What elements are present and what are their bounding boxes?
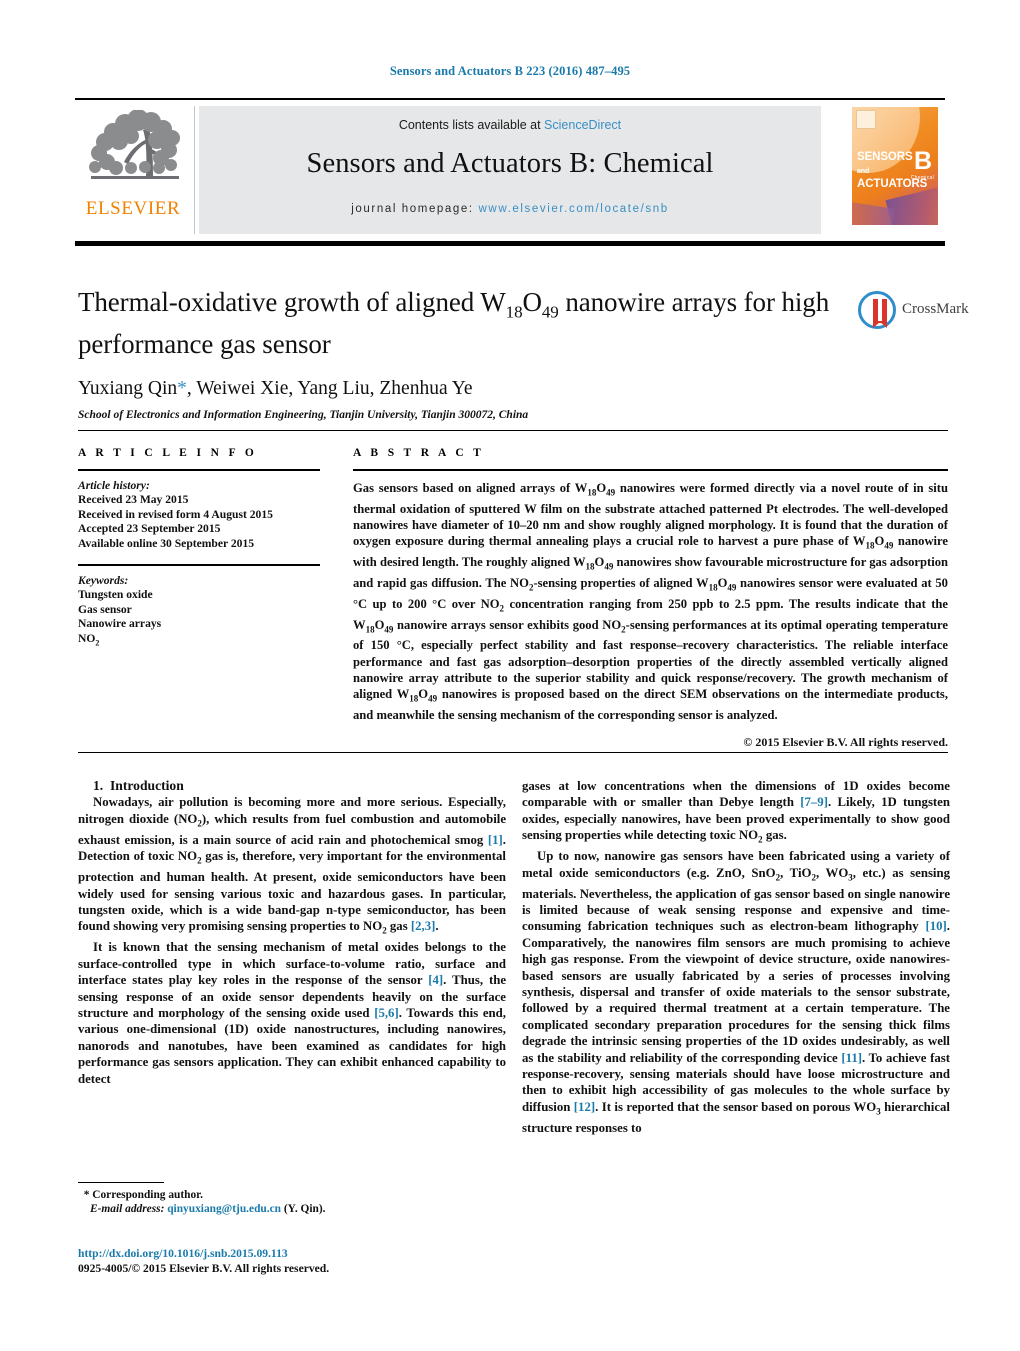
email-owner: (Y. Qin). (283, 1203, 326, 1216)
keywords-block: Keywords: Tungsten oxide Gas sensor Nano… (78, 574, 320, 650)
author-list: Yuxiang Qin*, Weiwei Xie, Yang Liu, Zhen… (78, 378, 848, 400)
email-link[interactable]: qinyuxiang@tju.edu.cn (167, 1203, 281, 1215)
crossmark-notch (878, 299, 882, 321)
keyword-item: Gas sensor (78, 602, 132, 616)
title-sub-49: 49 (541, 302, 559, 322)
cover-elsevier-mark (856, 110, 876, 129)
paper-page: Sensors and Actuators B 223 (2016) 487–4… (0, 0, 1020, 1351)
contents-prefix: Contents lists available at (398, 118, 545, 132)
reference-link-1[interactable]: [1] (488, 833, 503, 847)
homepage-prefix: journal homepage: (351, 203, 479, 215)
cover-letter-b: B (913, 147, 932, 175)
body-column-right: gases at low concentrations when the dim… (522, 778, 950, 1136)
crossmark-badge[interactable]: CrossMark (858, 291, 969, 333)
journal-title: Sensors and Actuators B: Chemical (306, 148, 714, 179)
section-number: 1. (93, 778, 104, 793)
running-head: Sensors and Actuators B 223 (2016) 487–4… (389, 64, 631, 78)
journal-header-box: Contents lists available at ScienceDirec… (199, 106, 821, 234)
reference-link-12[interactable]: [12] (574, 1100, 595, 1114)
cover-line-sensors: SENSORS (857, 151, 913, 163)
cover-artwork: SENSORS and ACTUATORS B Chemical (852, 107, 938, 225)
sciencedirect-link[interactable]: ScienceDirect (544, 118, 621, 132)
page-title: Thermal-oxidative growth of aligned W18O… (78, 286, 848, 361)
section-heading-introduction: 1. Introduction (78, 778, 506, 794)
article-info-column: A R T I C L E I N F O Article history: R… (78, 447, 320, 650)
history-accepted: Accepted 23 September 2015 (78, 522, 221, 536)
doi-link[interactable]: http://dx.doi.org/10.1016/j.snb.2015.09.… (78, 1246, 506, 1261)
crossmark-circle-icon (858, 291, 896, 329)
title-block: Thermal-oxidative growth of aligned W18O… (78, 286, 848, 421)
keywords-label: Keywords: (78, 574, 129, 588)
history-received: Received 23 May 2015 (78, 493, 189, 507)
reference-link-10[interactable]: [10] (925, 919, 946, 933)
email-label: E-mail address: (90, 1203, 165, 1216)
footnote-separator (78, 1182, 164, 1183)
reference-link-5-6[interactable]: [5,6] (374, 1006, 399, 1020)
abstract-rule (353, 469, 948, 471)
keyword-item: Nanowire arrays (78, 617, 162, 631)
cover-and: and (857, 168, 870, 175)
article-history-block: Article history: Received 23 May 2015 Re… (78, 479, 320, 551)
footer-doi-block: http://dx.doi.org/10.1016/j.snb.2015.09.… (78, 1246, 506, 1276)
issn-copyright-line: 0925-4005/© 2015 Elsevier B.V. All right… (78, 1262, 330, 1275)
crossmark-label: CrossMark (902, 301, 969, 317)
history-revised: Received in revised form 4 August 2015 (78, 507, 273, 521)
masthead-top-rule (75, 98, 945, 100)
email-note: E-mail address: qinyuxiang@tju.edu.cn (Y… (78, 1202, 506, 1216)
elsevier-tree-icon (89, 110, 180, 179)
abstract-text: Gas sensors based on aligned arrays of W… (353, 481, 948, 723)
abstract-heading: A B S T R A C T (353, 447, 485, 459)
article-info-heading: A R T I C L E I N F O (78, 447, 258, 459)
corresponding-author-text: Corresponding author. (92, 1189, 204, 1201)
paragraph-intro-2: It is known that the sensing mechanism o… (78, 940, 506, 1086)
elsevier-wordmark: ELSEVIER (85, 198, 181, 219)
paragraph-right-1: gases at low concentrations when the dim… (522, 779, 950, 845)
journal-cover-thumbnail[interactable]: SENSORS and ACTUATORS B Chemical (847, 104, 943, 234)
reference-link-2-3[interactable]: [2,3] (411, 919, 436, 933)
footnote-marker: * (83, 1189, 90, 1201)
info-section-top-rule (78, 430, 948, 431)
abstract-copyright: © 2015 Elsevier B.V. All rights reserved… (743, 735, 948, 750)
cover-title-text: SENSORS and ACTUATORS (857, 151, 927, 191)
author-first: Yuxiang Qin (78, 378, 178, 400)
corresponding-author-marker[interactable]: * (177, 378, 187, 399)
corresponding-author-note: * Corresponding author. (78, 1188, 506, 1202)
homepage-url-link[interactable]: www.elsevier.com/locate/snb (479, 203, 669, 215)
journal-homepage-line: journal homepage: www.elsevier.com/locat… (199, 203, 821, 215)
title-mid-o: O (522, 287, 542, 317)
cover-subtitle: Chemical (910, 175, 934, 181)
elsevier-logo[interactable]: ELSEVIER (77, 106, 195, 234)
affiliation: School of Electronics and Information En… (78, 409, 529, 422)
abstract-column: A B S T R A C T Gas sensors based on ali… (353, 447, 948, 750)
reference-link-11[interactable]: [11] (841, 1051, 862, 1065)
title-part-1: Thermal-oxidative growth of aligned W (78, 287, 506, 317)
paragraph-right-2: Up to now, nanowire gas sensors have bee… (522, 849, 950, 1135)
abstract-bottom-rule (78, 752, 948, 753)
journal-masthead: ELSEVIER Contents lists available at Sci… (75, 98, 945, 246)
keywords-rule (78, 564, 320, 567)
cover-blotch-right (885, 186, 938, 225)
body-column-left: 1. Introduction Nowadays, air pollution … (78, 778, 506, 1087)
article-history-label: Article history: (78, 479, 150, 492)
keyword-item: NO2 (78, 631, 100, 647)
masthead-bottom-rule (75, 241, 945, 246)
contents-available-line: Contents lists available at ScienceDirec… (199, 118, 821, 132)
section-title: Introduction (110, 778, 184, 793)
footnote-block: * Corresponding author. E-mail address: … (78, 1188, 506, 1217)
authors-remaining: , Weiwei Xie, Yang Liu, Zhenhua Ye (186, 378, 473, 400)
title-sub-18: 18 (505, 302, 523, 322)
history-online: Available online 30 September 2015 (78, 536, 255, 550)
keyword-item: Tungsten oxide (78, 588, 153, 602)
reference-link-7-9[interactable]: [7–9] (800, 795, 828, 809)
article-info-rule (78, 469, 320, 471)
reference-link-4[interactable]: [4] (428, 973, 443, 987)
paragraph-intro-1: Nowadays, air pollution is becoming more… (78, 795, 506, 936)
